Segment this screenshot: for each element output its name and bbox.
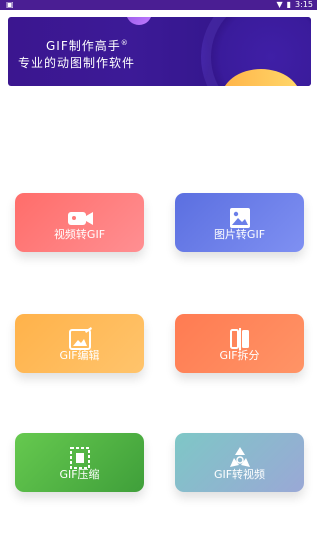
gif-compress-button[interactable]: GIF压缩 [15,433,144,492]
banner-title: GIF制作高手® [46,39,129,53]
video-to-gif-button[interactable]: 视频转GIF [15,193,144,252]
status-bar: ▣ ▼ ▮ 3:15 [0,0,317,10]
gif-compress-label: GIF压缩 [59,468,100,481]
banner[interactable]: GIF制作高手® 专业的动图制作软件 [8,17,311,86]
gif-edit-button[interactable]: GIF编辑 [15,314,144,373]
status-time: 3:15 [295,0,313,9]
gif-split-button[interactable]: GIF拆分 [175,314,304,373]
notification-icon: ▣ [6,0,14,9]
banner-subtitle: 专业的动图制作软件 [18,56,136,70]
gif-split-label: GIF拆分 [219,349,260,362]
wifi-icon: ▼ [276,0,283,9]
gif-edit-label: GIF编辑 [59,349,100,362]
status-right: ▼ ▮ 3:15 [276,0,313,10]
video-to-gif-label: 视频转GIF [53,228,106,241]
image-to-gif-label: 图片转GIF [213,228,266,241]
registered-mark: ® [120,39,129,47]
battery-icon: ▮ [286,0,292,9]
image-to-gif-button[interactable]: 图片转GIF [175,193,304,252]
banner-decor-orb [126,17,152,25]
gif-to-video-label: GIF转视频 [213,468,266,481]
gif-to-video-button[interactable]: GIF转视频 [175,433,304,492]
